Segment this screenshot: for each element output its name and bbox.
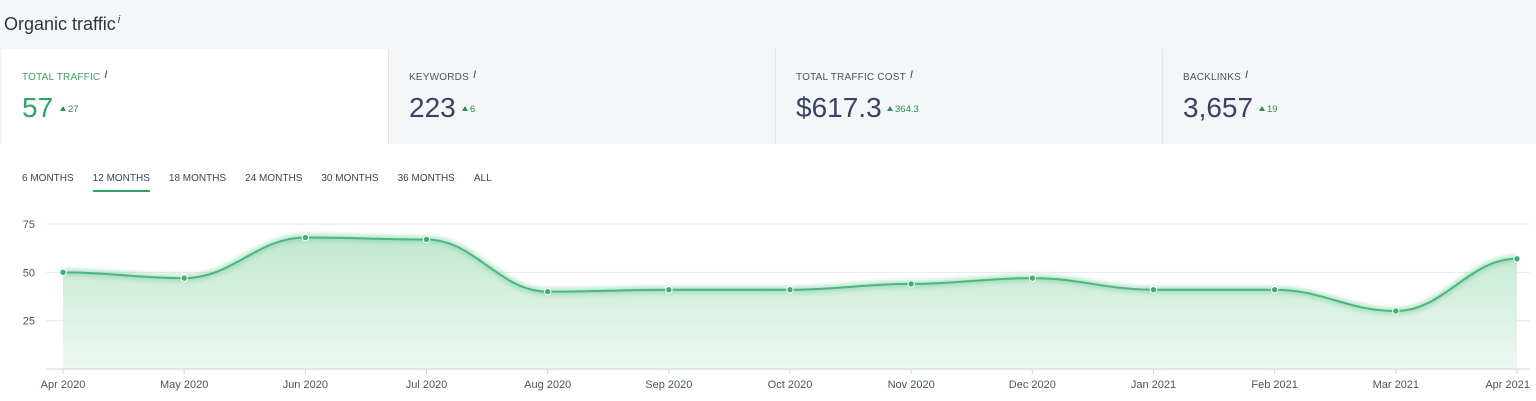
info-icon[interactable]: i xyxy=(473,69,476,81)
metric-delta-value: 364.3 xyxy=(895,104,919,115)
metric-label: TOTAL TRAFFIC COST i xyxy=(796,69,913,83)
metric-backlinks[interactable]: BACKLINKS i 3,657 19 xyxy=(1163,49,1536,144)
metric-delta-value: 19 xyxy=(1267,104,1278,115)
metric-label-text: KEYWORDS xyxy=(409,72,469,83)
metric-label: TOTAL TRAFFIC i xyxy=(22,69,108,83)
metric-label: BACKLINKS i xyxy=(1183,69,1248,83)
metric-delta: 6 xyxy=(462,104,475,115)
info-icon[interactable]: i xyxy=(1245,69,1248,81)
x-tick-label: Jul 2020 xyxy=(406,379,448,391)
data-point[interactable] xyxy=(1149,286,1158,294)
info-icon[interactable]: i xyxy=(104,69,107,81)
metric-value: 57 xyxy=(22,92,54,123)
data-point[interactable] xyxy=(422,235,431,244)
info-icon[interactable]: i xyxy=(910,69,913,81)
x-tick-label: Aug 2020 xyxy=(524,379,571,391)
x-axis-ticks: Apr 2020 May 2020 Jun 2020 Jul 2020 Aug 2020… xyxy=(41,369,1530,391)
data-point[interactable] xyxy=(1392,307,1400,315)
x-tick-label: May 2020 xyxy=(160,379,208,391)
metric-total-traffic-cost[interactable]: TOTAL TRAFFIC COST i $617.3 364.3 xyxy=(776,49,1163,144)
metric-delta-value: 27 xyxy=(68,104,79,115)
x-tick-label: Feb 2021 xyxy=(1251,379,1297,391)
data-point[interactable] xyxy=(665,286,673,294)
metric-delta: 27 xyxy=(60,104,79,115)
data-point[interactable] xyxy=(180,274,188,282)
up-arrow-icon xyxy=(60,106,66,111)
data-point[interactable] xyxy=(1513,255,1521,263)
x-tick-label: Nov 2020 xyxy=(888,379,935,391)
traffic-area xyxy=(63,237,1517,369)
data-point[interactable] xyxy=(301,233,310,242)
x-tick-label: Jan 2021 xyxy=(1131,379,1176,391)
x-tick-label: Apr 2020 xyxy=(41,379,86,391)
title-info-icon[interactable]: i xyxy=(118,14,120,26)
metric-total-traffic[interactable]: TOTAL TRAFFIC i 57 27 xyxy=(2,49,389,144)
metric-label-text: TOTAL TRAFFIC COST xyxy=(796,72,906,83)
data-point[interactable] xyxy=(1028,274,1037,282)
y-tick-label: 75 xyxy=(23,219,35,231)
x-tick-label: Jun 2020 xyxy=(283,379,328,391)
organic-traffic-panel: Organic traffic i TOTAL TRAFFIC i 57 27 KE… xyxy=(0,0,1536,401)
y-tick-label: 50 xyxy=(23,267,35,279)
metric-label-text: BACKLINKS xyxy=(1183,72,1241,83)
metric-delta: 19 xyxy=(1259,104,1278,115)
x-tick-label: Mar 2021 xyxy=(1373,379,1419,391)
page-title-text: Organic traffic xyxy=(4,14,116,34)
x-tick-label: Oct 2020 xyxy=(768,379,813,391)
page-title: Organic traffic i xyxy=(4,9,120,35)
x-tick-label: Dec 2020 xyxy=(1009,379,1056,391)
metric-delta-value: 6 xyxy=(470,104,476,115)
up-arrow-icon xyxy=(1259,106,1265,111)
data-point[interactable] xyxy=(1270,286,1279,294)
y-tick-label: 25 xyxy=(23,316,35,328)
up-arrow-icon xyxy=(887,106,893,111)
chart-area: 6 MONTHS 12 MONTHS 18 MONTHS 24 MONTHS 3… xyxy=(0,144,1536,401)
traffic-chart: 255075 Apr 2020 May 2020 Jun 2020 Jul 2020 A… xyxy=(23,219,1530,391)
metric-label: KEYWORDS i xyxy=(409,69,476,83)
metric-delta: 364.3 xyxy=(887,104,919,115)
data-point[interactable] xyxy=(59,268,67,277)
y-axis-ticks: 25 50 75 xyxy=(23,219,35,328)
x-tick-label: Sep 2020 xyxy=(645,379,692,391)
x-tick-label: Apr 2021 xyxy=(1485,379,1530,391)
up-arrow-icon xyxy=(462,106,468,111)
data-point[interactable] xyxy=(543,287,552,296)
metric-label-text: TOTAL TRAFFIC xyxy=(22,72,101,83)
metric-keywords[interactable]: KEYWORDS i 223 6 xyxy=(389,49,776,144)
data-point[interactable] xyxy=(786,286,794,294)
metric-value: 223 xyxy=(409,92,456,123)
data-point[interactable] xyxy=(907,280,915,288)
metric-value: 3,657 xyxy=(1183,92,1254,123)
metrics-row: TOTAL TRAFFIC i 57 27 KEYWORDS i 223 6 TOT… xyxy=(2,49,1536,144)
metric-value: $617.3 xyxy=(796,92,882,123)
